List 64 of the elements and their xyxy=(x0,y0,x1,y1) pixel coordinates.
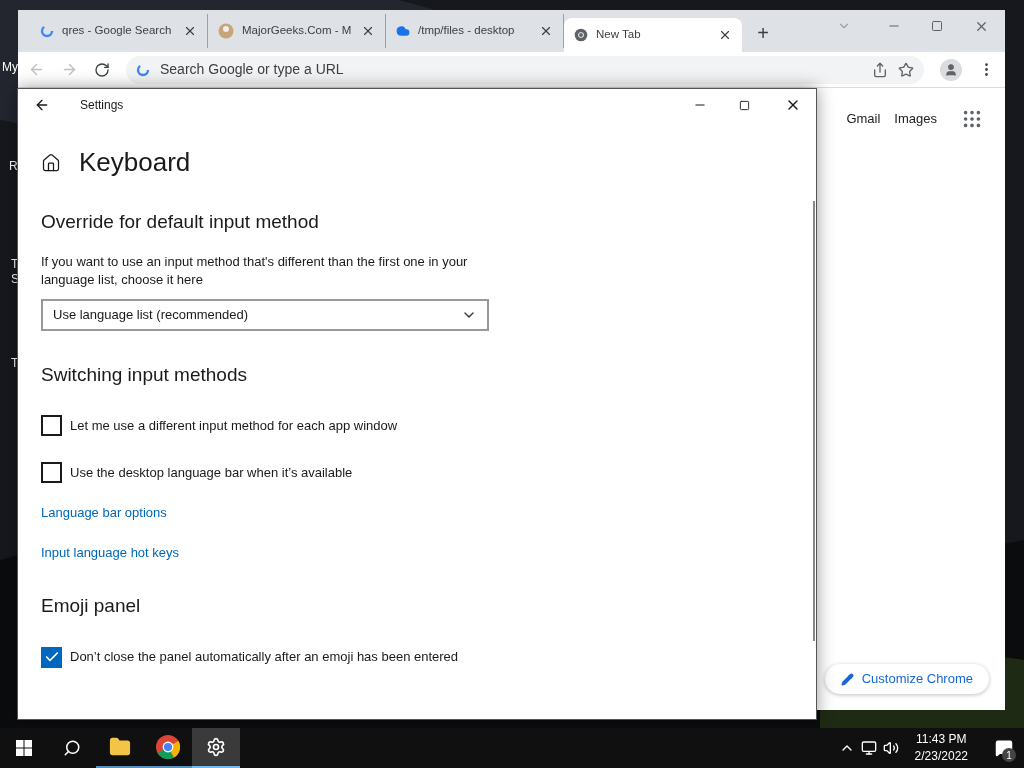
close-icon[interactable] xyxy=(183,24,197,38)
scrollbar[interactable] xyxy=(813,201,815,641)
volume-icon[interactable] xyxy=(882,740,899,756)
input-method-dropdown[interactable]: Use language list (recommended) xyxy=(41,298,489,331)
window-title: Settings xyxy=(80,97,124,114)
tab-title: qres - Google Search xyxy=(62,23,173,39)
settings-link[interactable]: Language bar options xyxy=(41,503,167,523)
time-text: 11:43 PM xyxy=(916,731,967,748)
section-heading: Switching input methods xyxy=(41,362,248,387)
reload-icon[interactable] xyxy=(94,61,110,78)
checkbox-label: Let me use a different input method for each app window xyxy=(70,416,398,435)
share-icon[interactable] xyxy=(872,61,888,78)
checkbox[interactable] xyxy=(41,462,62,483)
action-center-button[interactable]: 1 xyxy=(984,728,1024,768)
checkbox-option[interactable]: Let me use a different input method for each app window xyxy=(41,415,816,436)
maximize-icon[interactable] xyxy=(739,99,750,111)
tab-title: New Tab xyxy=(596,27,642,43)
home-icon[interactable] xyxy=(41,152,61,173)
maximize-icon[interactable] xyxy=(931,20,943,32)
google-link[interactable]: Gmail xyxy=(846,109,881,129)
checkbox-label: Don’t close the panel automatically after an emoji has been entered xyxy=(70,648,459,667)
checkbox[interactable] xyxy=(41,415,62,436)
new-tab-button[interactable]: + xyxy=(748,16,778,50)
page-title: Keyboard xyxy=(79,146,191,179)
profile-avatar[interactable] xyxy=(940,58,962,81)
folder-icon xyxy=(109,736,131,758)
chrome-icon xyxy=(156,735,180,759)
avatar-icon xyxy=(218,23,234,39)
network-icon[interactable] xyxy=(860,740,877,756)
checkbox-option[interactable]: Use the desktop language bar when it’s available xyxy=(41,462,816,483)
apps-grid-icon[interactable] xyxy=(961,108,983,130)
desktop-icon-label: R xyxy=(9,158,18,175)
cloud-icon xyxy=(396,24,410,38)
date-text: 2/23/2022 xyxy=(914,748,968,765)
address-input[interactable]: Search Google or type a URL xyxy=(160,59,862,80)
browser-tab[interactable]: qres - Google Search xyxy=(30,14,208,48)
close-icon[interactable] xyxy=(539,24,553,38)
search-icon xyxy=(63,739,81,757)
settings-link[interactable]: Input language hot keys xyxy=(41,542,180,562)
checkbox[interactable] xyxy=(41,646,62,668)
bookmark-star-icon[interactable] xyxy=(898,61,914,78)
back-icon[interactable] xyxy=(34,97,50,113)
browser-tab[interactable]: New Tab xyxy=(564,18,742,52)
customize-chrome-button[interactable]: Customize Chrome xyxy=(824,664,989,694)
browser-tab[interactable]: MajorGeeks.Com - M xyxy=(208,14,386,48)
google-link[interactable]: Images xyxy=(894,109,937,129)
taskbar-button[interactable] xyxy=(192,728,240,768)
close-icon[interactable] xyxy=(361,24,375,38)
tab-title: /tmp/files - desktop xyxy=(418,23,516,39)
clock[interactable]: 11:43 PM 2/23/2022 xyxy=(906,731,976,765)
chrome-icon xyxy=(574,28,588,42)
section-heading: Override for default input method xyxy=(41,210,320,234)
address-bar[interactable]: Search Google or type a URL xyxy=(126,55,924,84)
checkbox-option[interactable]: Don’t close the panel automatically after an emoji has been entered xyxy=(41,646,816,668)
checkbox-label: Use the desktop language bar when it’s available xyxy=(70,463,353,482)
description-text: If you want to use an input method that's different than the first one in your language list, choose it here xyxy=(41,252,469,289)
pencil-icon xyxy=(840,672,854,686)
windows-icon xyxy=(16,740,32,756)
settings-icon xyxy=(206,737,226,757)
section-heading: Emoji panel xyxy=(41,594,142,618)
desktop-icon-label: My xyxy=(2,59,18,76)
tab-title: MajorGeeks.Com - M xyxy=(242,23,353,39)
notification-badge: 1 xyxy=(1002,748,1016,762)
close-icon[interactable] xyxy=(718,28,732,42)
